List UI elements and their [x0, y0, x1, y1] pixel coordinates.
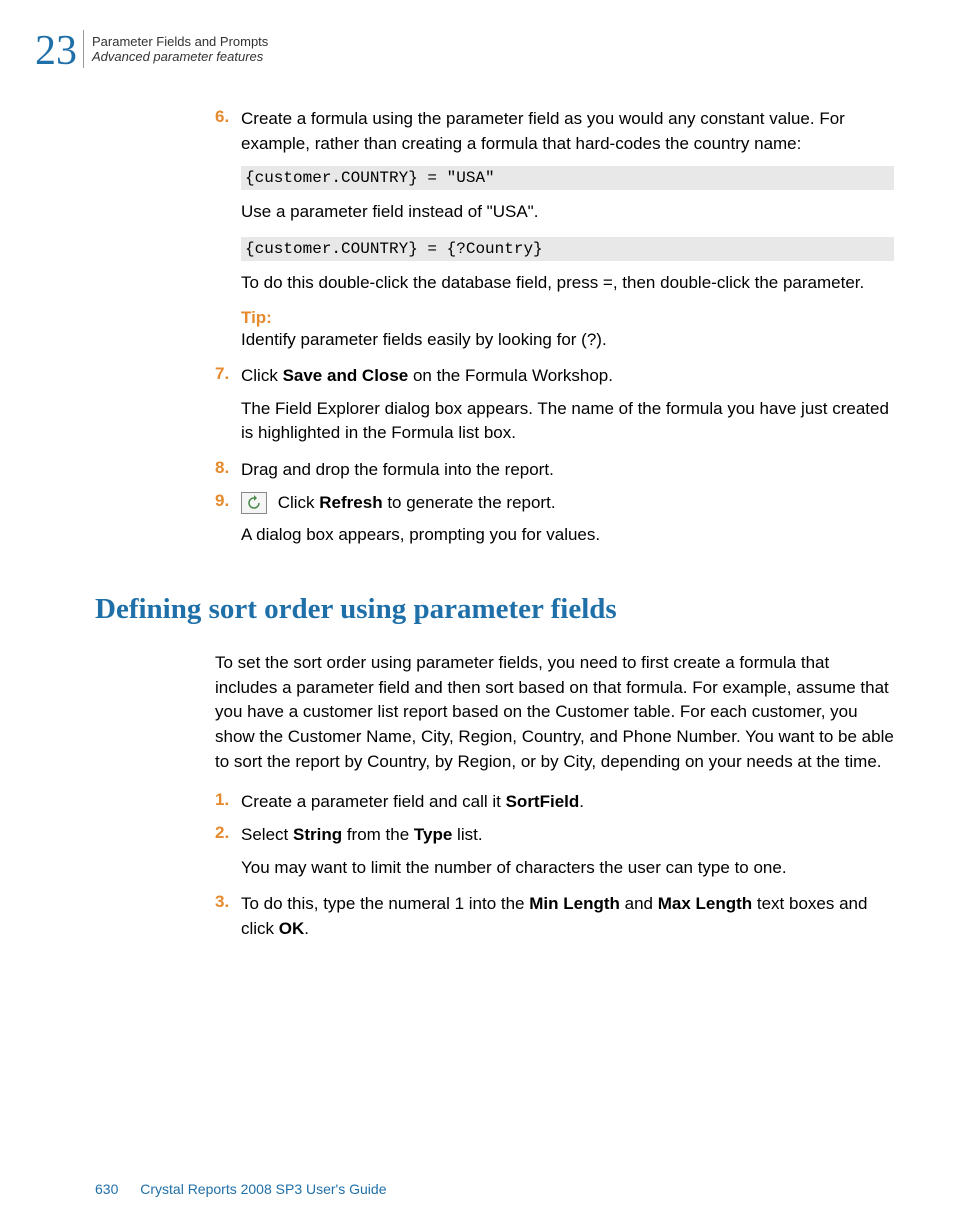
- step-2: 2. Select String from the Type list.: [215, 823, 894, 848]
- bold-text: Refresh: [319, 493, 382, 512]
- step-number: 1.: [215, 790, 241, 815]
- step-text: Create a formula using the parameter fie…: [241, 107, 894, 156]
- bold-text: Type: [414, 825, 452, 844]
- tip-block: Tip: Identify parameter fields easily by…: [241, 308, 894, 353]
- main-content: 6. Create a formula using the parameter …: [215, 107, 894, 548]
- paragraph: The Field Explorer dialog box appears. T…: [241, 397, 894, 446]
- step-number: 7.: [215, 364, 241, 389]
- step-number: 9.: [215, 491, 241, 516]
- bold-text: Min Length: [529, 894, 620, 913]
- step-9: 9. Click Refresh to generate the report.: [215, 491, 894, 516]
- section-content: To set the sort order using parameter fi…: [215, 651, 894, 941]
- bold-text: Max Length: [658, 894, 752, 913]
- step-7: 7. Click Save and Close on the Formula W…: [215, 364, 894, 389]
- step-text: Create a parameter field and call it Sor…: [241, 790, 584, 815]
- step-3: 3. To do this, type the numeral 1 into t…: [215, 892, 894, 941]
- step-6: 6. Create a formula using the parameter …: [215, 107, 894, 156]
- refresh-icon: [241, 492, 267, 514]
- step-8: 8. Drag and drop the formula into the re…: [215, 458, 894, 483]
- step-number: 3.: [215, 892, 241, 941]
- text: .: [304, 919, 309, 938]
- text: Create a parameter field and call it: [241, 792, 506, 811]
- step-text: To do this, type the numeral 1 into the …: [241, 892, 894, 941]
- tip-label: Tip:: [241, 308, 894, 328]
- step-text: Select String from the Type list.: [241, 823, 483, 848]
- step-text: Click Save and Close on the Formula Work…: [241, 364, 613, 389]
- step-number: 8.: [215, 458, 241, 483]
- header-title: Parameter Fields and Prompts: [92, 34, 268, 49]
- page-footer: 630 Crystal Reports 2008 SP3 User's Guid…: [95, 1181, 386, 1197]
- bold-text: OK: [279, 919, 305, 938]
- text: Select: [241, 825, 293, 844]
- text: on the Formula Workshop.: [408, 366, 613, 385]
- code-block: {customer.COUNTRY} = "USA": [241, 166, 894, 190]
- text: Click: [241, 366, 283, 385]
- step-number: 6.: [215, 107, 241, 156]
- bold-text: Save and Close: [283, 366, 409, 385]
- text: and: [620, 894, 658, 913]
- text: .: [579, 792, 584, 811]
- page-number: 630: [95, 1181, 118, 1197]
- text: Click: [273, 493, 319, 512]
- page-header: 23 Parameter Fields and Prompts Advanced…: [35, 30, 894, 72]
- paragraph: A dialog box appears, prompting you for …: [241, 523, 894, 548]
- step-text: Click Refresh to generate the report.: [241, 491, 556, 516]
- header-titles: Parameter Fields and Prompts Advanced pa…: [83, 30, 268, 68]
- code-block: {customer.COUNTRY} = {?Country}: [241, 237, 894, 261]
- bold-text: String: [293, 825, 342, 844]
- step-number: 2.: [215, 823, 241, 848]
- tip-text: Identify parameter fields easily by look…: [241, 328, 894, 353]
- section-heading: Defining sort order using parameter fiel…: [95, 593, 894, 626]
- text: from the: [342, 825, 414, 844]
- paragraph: To do this double-click the database fie…: [241, 271, 894, 296]
- paragraph: You may want to limit the number of char…: [241, 856, 894, 881]
- section-intro: To set the sort order using parameter fi…: [215, 651, 894, 774]
- text: to generate the report.: [383, 493, 556, 512]
- doc-title: Crystal Reports 2008 SP3 User's Guide: [140, 1181, 386, 1197]
- chapter-number: 23: [35, 30, 77, 72]
- step-text: Drag and drop the formula into the repor…: [241, 458, 554, 483]
- text: To do this, type the numeral 1 into the: [241, 894, 529, 913]
- header-subtitle: Advanced parameter features: [92, 49, 268, 64]
- text: list.: [452, 825, 482, 844]
- paragraph: Use a parameter field instead of "USA".: [241, 200, 894, 225]
- step-1: 1. Create a parameter field and call it …: [215, 790, 894, 815]
- bold-text: SortField: [506, 792, 580, 811]
